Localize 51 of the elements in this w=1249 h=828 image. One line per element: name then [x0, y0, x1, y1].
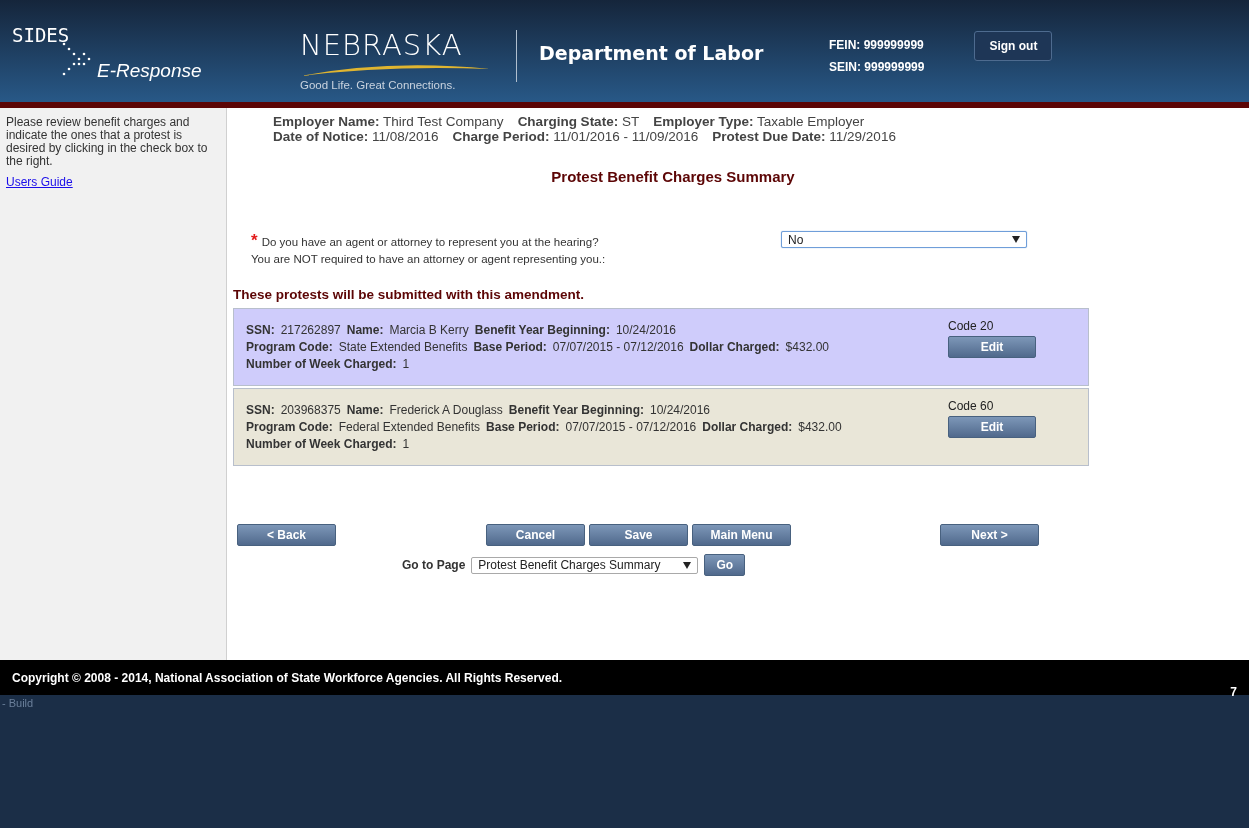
info-field: Charging State: ST: [517, 114, 640, 129]
question-note: You are NOT required to have an attorney or agent representing you.:: [251, 253, 607, 265]
version-number: 7: [1230, 685, 1237, 699]
protest-field: Number of Week Charged: 1: [246, 357, 410, 371]
code-label: Code 60: [948, 399, 995, 413]
protest-field: Base Period: 07/07/2015 - 07/12/2016: [486, 420, 697, 434]
protest-field: Dollar Charged: $432.00: [702, 420, 842, 434]
protest-field: Number of Week Charged: 1: [246, 437, 410, 451]
employer-id: SEIN: 999999999: [829, 60, 925, 74]
edit-button[interactable]: Edit: [948, 416, 1036, 438]
protest-field: Name: Frederick A Douglass: [346, 403, 503, 417]
sign-out-button[interactable]: Sign out: [974, 31, 1053, 61]
employer-id: FEIN: 999999999: [829, 38, 925, 52]
go-button[interactable]: Go: [704, 554, 746, 576]
next-button[interactable]: Next >: [940, 524, 1039, 546]
go-to-page-label: Go to Page: [402, 558, 466, 572]
info-field: Date of Notice: 11/08/2016: [273, 129, 439, 144]
protest-field: Name: Marcia B Kerry: [346, 323, 469, 337]
info-field: Employer Name: Third Test Company: [273, 114, 504, 129]
page-title: Protest Benefit Charges Summary: [550, 168, 796, 185]
protest-field: Program Code: State Extended Benefits: [246, 340, 468, 354]
info-field: Protest Due Date: 11/29/2016: [712, 129, 896, 144]
code-label: Code 20: [948, 319, 995, 333]
protest-field: Dollar Charged: $432.00: [689, 340, 829, 354]
copyright-text: Copyright © 2008 - 2014, National Association of State Workforce Agencies. All Rights Reserved.: [12, 670, 563, 685]
dropdown-caret-icon: [1012, 236, 1020, 243]
dropdown-caret-icon: [683, 561, 692, 569]
protest-field: SSN: 217262897: [246, 323, 341, 337]
required-mark: *: [251, 231, 258, 251]
sides-logo: SIDES E-Response: [11, 23, 203, 80]
nebraska-logo: NEBRASKA Good Life. Great Connections.: [300, 0, 500, 91]
agent-select[interactable]: No: [781, 231, 1027, 248]
page-select[interactable]: Protest Benefit Charges Summary: [471, 556, 699, 574]
protests-heading: These protests will be submitted with this amendment.: [233, 287, 586, 302]
nav-button[interactable]: Cancel: [486, 524, 585, 546]
nav-button[interactable]: Save: [589, 524, 688, 546]
protest-field: Benefit Year Beginning: 10/24/2016: [474, 323, 676, 337]
protest-field: SSN: 203968375: [246, 403, 341, 417]
edit-button[interactable]: Edit: [948, 336, 1036, 358]
department-title: Department of Labor: [539, 42, 765, 64]
question-label: Do you have an agent or attorney to represent you at the hearing?: [261, 236, 599, 248]
info-field: Charge Period: 11/01/2016 - 11/09/2016: [452, 129, 699, 144]
users-guide-link[interactable]: Users Guide: [6, 175, 73, 189]
build-label: - Build: [2, 697, 34, 709]
info-field: Employer Type: Taxable Employer: [653, 114, 865, 129]
protest-field: Program Code: Federal Extended Benefits: [246, 420, 481, 434]
protest-field: Base Period: 07/07/2015 - 07/12/2016: [473, 340, 684, 354]
protest-field: Benefit Year Beginning: 10/24/2016: [508, 403, 711, 417]
instructions-text: Please review benefit charges and indicate the ones that a protest is desired by clicking in the check box to the right.: [6, 116, 209, 168]
back-button[interactable]: < Back: [237, 524, 336, 546]
nav-button[interactable]: Main Menu: [692, 524, 791, 546]
